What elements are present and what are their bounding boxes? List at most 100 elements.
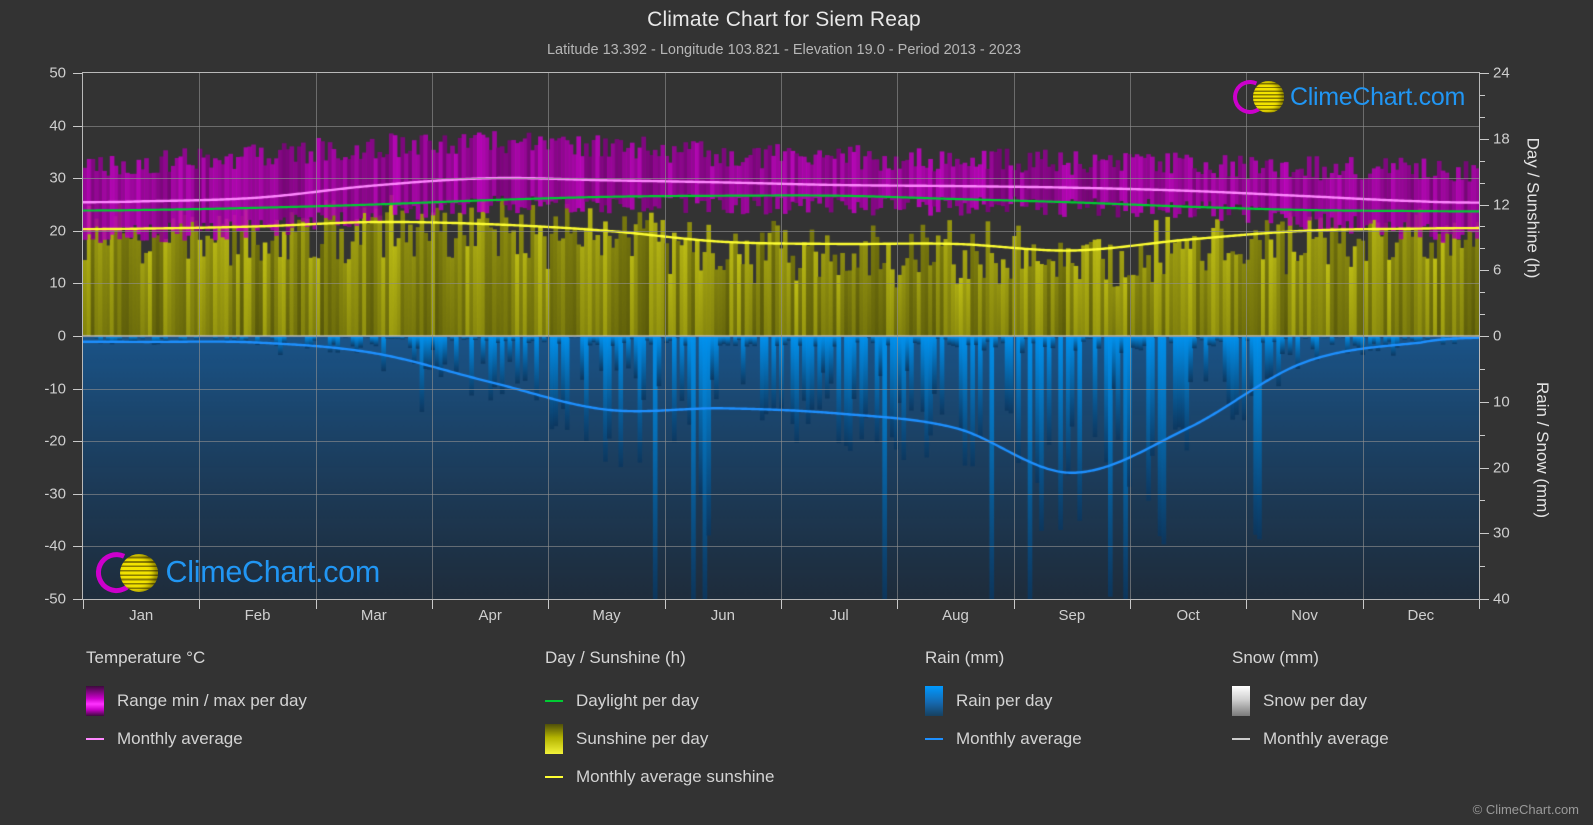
axis-tick-left: [73, 546, 82, 548]
legend-heading-snow: Snow (mm): [1232, 648, 1319, 667]
clime-brand-text: ClimeChart.com: [165, 555, 381, 590]
axis-tick-right-top: [1480, 336, 1489, 337]
legend-label-sunshine-average: Monthly average sunshine: [576, 767, 775, 786]
gridline-vertical: [432, 73, 433, 599]
axis-label-temperature: -10: [44, 380, 66, 398]
axis-tick-bottom: [199, 600, 201, 609]
rain-swatch: [925, 686, 943, 716]
axis-tick-bottom: [781, 600, 782, 609]
legend-column-sunshine: Day / Sunshine (h) Daylight per day Suns…: [545, 648, 774, 796]
axis-label-sunshine: 18: [1493, 130, 1510, 148]
axis-label-temperature: -30: [44, 485, 66, 503]
axis-tick-bottom: [1246, 600, 1248, 609]
axis-tick-right-top-minor: [1480, 248, 1485, 250]
axis-label-temperature: 50: [49, 64, 66, 82]
axis-label-temperature: 40: [49, 117, 66, 135]
snow-average-line-swatch: [1232, 738, 1250, 740]
axis-label-month: Oct: [1176, 607, 1200, 624]
legend-label-rain: Rain per day: [956, 691, 1053, 710]
axis-tick-left: [73, 73, 82, 74]
sunshine-swatch: [545, 724, 563, 754]
legend-label-rain-average: Monthly average: [956, 729, 1082, 748]
axis-tick-right-bottom: [1480, 599, 1489, 600]
climate-chart-page: Climate Chart for Siem Reap Latitude 13.…: [0, 0, 1593, 825]
page-title: Climate Chart for Siem Reap: [647, 8, 921, 31]
legend-heading-rain: Rain (mm): [925, 648, 1005, 667]
axis-label-month: Jun: [710, 607, 735, 624]
legend-label-temperature-range: Range min / max per day: [117, 691, 307, 710]
clime-globe-icon: [120, 553, 159, 592]
page-subtitle: Latitude 13.392 - Longitude 103.821 - El…: [546, 42, 1022, 58]
legend-label-snow: Snow per day: [1263, 691, 1367, 710]
gridline-vertical: [199, 73, 201, 599]
sunshine-average-line-swatch: [545, 776, 563, 778]
axis-tick-left: [73, 178, 82, 180]
legend-item-rain: Rain per day: [925, 682, 1082, 720]
axis-tick-right-top-minor: [1480, 116, 1485, 118]
axis-tick-right-bottom-minor: [1480, 500, 1485, 502]
axis-tick-bottom: [897, 600, 899, 609]
axis-tick-right-top-minor: [1480, 292, 1485, 294]
axis-tick-left: [73, 441, 82, 443]
axis-tick-left: [73, 125, 82, 127]
gridline-vertical: [1246, 73, 1248, 599]
axis-label-month: Sep: [1058, 607, 1086, 624]
axis-label-rain: 10: [1493, 393, 1510, 411]
gridline-vertical: [781, 73, 782, 599]
axis-label-sunshine: 0: [1493, 327, 1502, 345]
axis-label-month: Jul: [829, 607, 849, 624]
legend-item-temperature-range: Range min / max per day: [86, 682, 307, 720]
axis-label-temperature: 10: [49, 274, 66, 292]
legend-label-sunshine: Sunshine per day: [576, 729, 709, 748]
temperature-range-swatch: [86, 686, 104, 716]
axis-tick-bottom: [1130, 600, 1131, 609]
gridline-vertical: [548, 73, 550, 599]
axis-tick-right-top: [1480, 204, 1489, 206]
axis-tick-right-top: [1480, 73, 1489, 74]
temperature-average-line-swatch: [86, 738, 104, 740]
axis-tick-right-top-minor: [1480, 314, 1485, 316]
gridline-vertical: [1013, 73, 1015, 599]
axis-label-sunshine: 24: [1493, 64, 1510, 82]
daylight-line-swatch: [545, 700, 563, 702]
gridline-vertical: [1130, 73, 1131, 599]
legend-item-sunshine-average: Monthly average sunshine: [545, 758, 774, 796]
axis-label-rain: 30: [1493, 524, 1510, 542]
rain-average-line-swatch: [925, 738, 943, 740]
axis-label-sunshine: 6: [1493, 261, 1502, 279]
axis-tick-right-bottom: [1480, 533, 1489, 535]
legend-item-rain-average: Monthly average: [925, 720, 1082, 758]
axis-tick-right-top-minor: [1480, 160, 1485, 162]
axis-tick-right-bottom: [1480, 401, 1489, 403]
clime-globe-icon: [1252, 81, 1284, 113]
watermark-logo-top: ClimeChart.com: [1228, 75, 1465, 119]
legend-column-temperature: Temperature °C Range min / max per day M…: [86, 648, 307, 758]
legend-label-daylight: Daylight per day: [576, 691, 699, 710]
legend-column-snow: Snow (mm) Snow per day Monthly average: [1232, 648, 1389, 758]
axis-tick-right-top: [1480, 138, 1489, 140]
axis-label-temperature: -50: [44, 590, 66, 608]
legend-item-daylight: Daylight per day: [545, 682, 774, 720]
axis-tick-right-top: [1480, 270, 1489, 272]
axis-tick-bottom: [83, 600, 84, 609]
axis-tick-left: [73, 336, 82, 337]
axis-label-month: Jan: [129, 607, 154, 624]
legend-column-rain: Rain (mm) Rain per day Monthly average: [925, 648, 1082, 758]
plot-inner: [83, 73, 1479, 599]
axis-label-month: May: [592, 607, 621, 624]
legend-item-sunshine: Sunshine per day: [545, 720, 774, 758]
axis-tick-right-bottom-minor: [1480, 566, 1485, 568]
axis-tick-bottom: [315, 600, 317, 609]
legend-label-temperature-average: Monthly average: [117, 729, 243, 748]
axis-tick-bottom: [1362, 600, 1364, 609]
axis-label-temperature: 0: [57, 327, 66, 345]
axis-label-sunshine: 12: [1493, 196, 1510, 213]
axis-label-temperature: -40: [44, 537, 66, 555]
axis-label-month: Mar: [360, 607, 387, 624]
legend-label-snow-average: Monthly average: [1263, 729, 1389, 748]
axis-label-month: Nov: [1291, 607, 1318, 624]
axis-label-temperature: 30: [49, 169, 66, 187]
axis-label-month: Aug: [942, 607, 969, 624]
axis-label-rain: 40: [1493, 590, 1510, 608]
clime-brand-text: ClimeChart.com: [1290, 82, 1465, 111]
